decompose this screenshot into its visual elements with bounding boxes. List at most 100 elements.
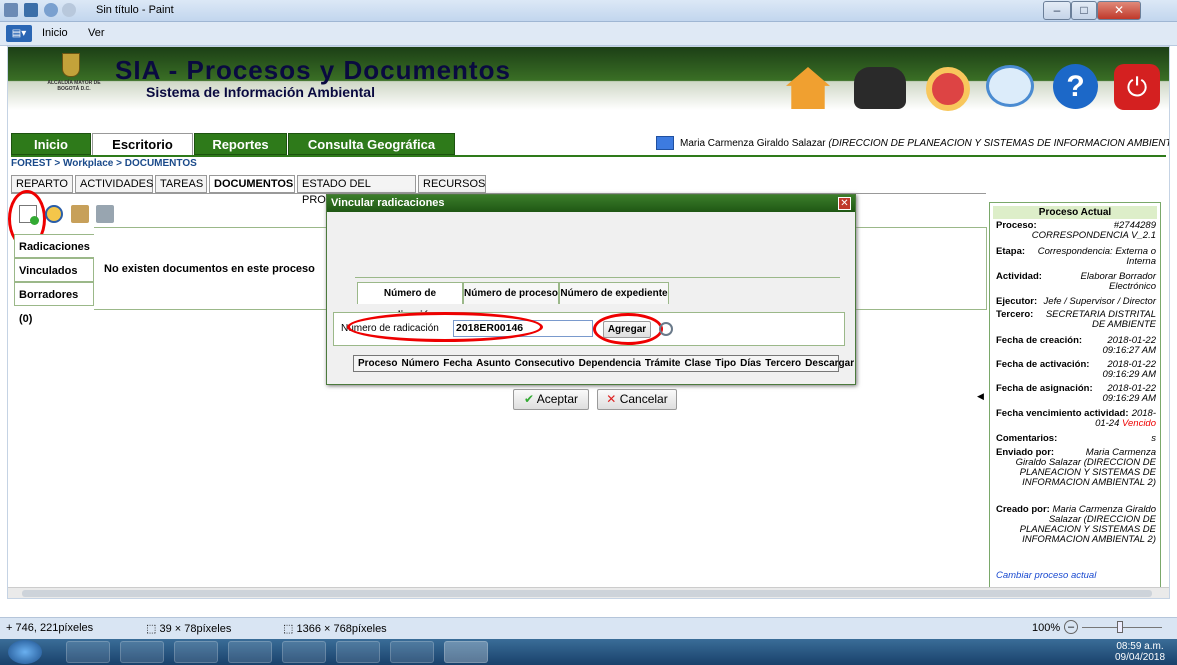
tab-escritorio[interactable]: Escritorio	[92, 133, 193, 155]
change-process-link[interactable]: Cambiar proceso actual	[996, 570, 1096, 581]
ejecutor-label: Ejecutor:	[996, 296, 1038, 307]
image-size-text: 1366 × 768píxeles	[296, 623, 387, 635]
maximize-button[interactable]: □	[1071, 1, 1097, 20]
paint-app-icon	[4, 3, 18, 17]
activacion-value: 2018-01-22 09:16:29 AM	[1102, 359, 1156, 380]
actividad-label: Actividad:	[996, 271, 1042, 282]
subtab-estado-del-proceso[interactable]: ESTADO DEL PROCESO	[297, 175, 416, 206]
vencido-badge: Vencido	[1122, 418, 1156, 429]
subtab-reparto[interactable]: REPARTO	[11, 175, 73, 193]
user-dept: (DIRECCION DE PLANEACION Y SISTEMAS DE I…	[828, 138, 1170, 149]
title-bar: Sin título - Paint – □ ✕	[0, 0, 1177, 22]
col-proceso: Proceso	[358, 358, 398, 369]
app-subtitle: Sistema de Información Ambiental	[146, 84, 375, 100]
check-icon: ✔	[523, 392, 535, 406]
dialog-tab-proceso[interactable]: Número de proceso	[463, 282, 559, 304]
etapa-label: Etapa:	[996, 246, 1026, 257]
creacion-value: 2018-01-22 09:16:27 AM	[1102, 335, 1156, 356]
word-icon[interactable]	[174, 641, 218, 663]
tercero-value: SECRETARIA DISTRITAL DE AMBIENTE	[1045, 309, 1156, 330]
explorer-icon[interactable]	[336, 641, 380, 663]
col-consecutivo: Consecutivo	[514, 358, 575, 369]
close-window-button[interactable]: ✕	[1097, 1, 1141, 20]
cursor-position-text: 746, 221píxeles	[15, 622, 94, 634]
left-tab-borradores[interactable]: Borradores (0)	[14, 282, 94, 325]
scrollbar-thumb[interactable]	[22, 590, 1152, 597]
zoom-slider-thumb[interactable]	[1117, 621, 1123, 633]
activacion-label: Fecha de activación:	[996, 359, 1090, 370]
cancel-x-icon: ✕	[606, 392, 617, 406]
comentarios-label: Comentarios:	[996, 433, 1058, 444]
clock[interactable]: 08:59 a.m. 09/04/2018	[1110, 641, 1170, 663]
subtab-documentos[interactable]: DOCUMENTOS	[209, 175, 295, 193]
window-title: Sin título - Paint	[96, 4, 174, 16]
panel-title: Proceso Actual	[993, 206, 1157, 219]
process-panel: Proceso Actual Proceso: #2744289 CORRESPO…	[989, 202, 1161, 593]
col-fecha: Fecha	[443, 358, 473, 369]
tercero-label: Tercero:	[996, 309, 1034, 320]
dialog-tab-radicacion[interactable]: Número de radicación	[357, 282, 463, 321]
paint-menu-button[interactable]: ▤▾	[6, 25, 32, 42]
asignacion-label: Fecha de asignación:	[996, 383, 1093, 394]
outlook-icon[interactable]	[120, 641, 164, 663]
menu-inicio[interactable]: Inicio	[42, 27, 68, 39]
zoom-out-icon[interactable]: –	[1064, 620, 1078, 634]
tab-consulta-geografica[interactable]: Consulta Geográfica	[288, 133, 455, 155]
firefox-icon[interactable]	[282, 641, 326, 663]
col-numero: Número	[401, 358, 440, 369]
bogota-shield-icon	[62, 53, 80, 77]
clock-time: 08:59 a.m.	[1116, 641, 1164, 652]
col-tipo: Tipo	[715, 358, 737, 369]
menu-ver[interactable]: Ver	[88, 27, 105, 39]
empty-message: No existen documentos en este proceso	[104, 263, 315, 275]
subtab-tareas[interactable]: TAREAS	[155, 175, 207, 193]
vincular-dialog: Vincular radicaciones ✕ Número de radica…	[326, 194, 856, 410]
chat-bubble-icon[interactable]	[986, 65, 1034, 107]
proceso-value: #2744289 CORRESPONDENCIA V_2.1	[1031, 220, 1156, 241]
subtab-actividades[interactable]: ACTIVIDADES	[75, 175, 153, 193]
excel-icon[interactable]	[390, 641, 434, 663]
col-dependencia: Dependencia	[578, 358, 641, 369]
col-dias: Días	[740, 358, 762, 369]
crosshair-icon: +	[6, 622, 13, 634]
image-size: ⬚ 1366 × 768píxeles	[283, 622, 387, 635]
highlight-ring-agregar	[593, 313, 663, 345]
chrome-icon[interactable]	[228, 641, 272, 663]
tabs-underline	[11, 155, 1166, 157]
power-icon[interactable]: ⏻	[1114, 64, 1160, 110]
archive-gray-icon[interactable]	[96, 205, 114, 223]
cancelar-button[interactable]: ✕ Cancelar	[597, 389, 677, 410]
subtab-recursos[interactable]: RECURSOS	[418, 175, 486, 193]
report-chart-icon[interactable]	[926, 67, 970, 111]
tab-reportes[interactable]: Reportes	[194, 133, 287, 155]
undo-icon[interactable]	[44, 3, 58, 17]
actividad-value: Elaborar Borrador Electrónico	[1080, 271, 1156, 292]
paint-taskbar-icon[interactable]	[444, 641, 488, 663]
archive-box-icon[interactable]	[71, 205, 89, 223]
start-button[interactable]	[8, 640, 42, 664]
help-icon[interactable]: ?	[1053, 64, 1098, 109]
search-document-icon[interactable]	[45, 205, 63, 223]
zoom-level: 100%	[1032, 622, 1061, 634]
aceptar-button[interactable]: ✔ Aceptar	[513, 389, 589, 410]
left-tab-vinculados[interactable]: Vinculados (0)	[14, 258, 94, 301]
clock-date: 09/04/2018	[1114, 652, 1166, 663]
minimize-button[interactable]: –	[1043, 1, 1071, 20]
redo-icon[interactable]	[62, 3, 76, 17]
dialog-tab-expediente[interactable]: Número de expediente	[559, 282, 669, 304]
canvas-scrollbar[interactable]	[8, 587, 1169, 598]
ribbon-menu: ▤▾ Inicio Ver	[0, 22, 1177, 46]
ejecutor-value: Jefe / Supervisor / Director	[1043, 296, 1156, 307]
binoculars-icon[interactable]	[854, 67, 906, 109]
ie-icon[interactable]	[66, 641, 110, 663]
left-tab-radicaciones[interactable]: Radicaciones (0)	[14, 234, 94, 277]
tab-inicio[interactable]: Inicio	[11, 133, 91, 155]
panel-collapse-arrow[interactable]: ◀	[977, 391, 984, 402]
selection-icon: ⬚	[146, 623, 157, 635]
save-icon[interactable]	[24, 3, 38, 17]
lookup-icon[interactable]	[659, 322, 673, 336]
user-expand-icon[interactable]	[656, 136, 674, 150]
breadcrumb[interactable]: FOREST > Workplace > DOCUMENTOS	[11, 158, 197, 169]
dialog-close-icon[interactable]: ✕	[838, 197, 851, 210]
col-clase: Clase	[684, 358, 712, 369]
